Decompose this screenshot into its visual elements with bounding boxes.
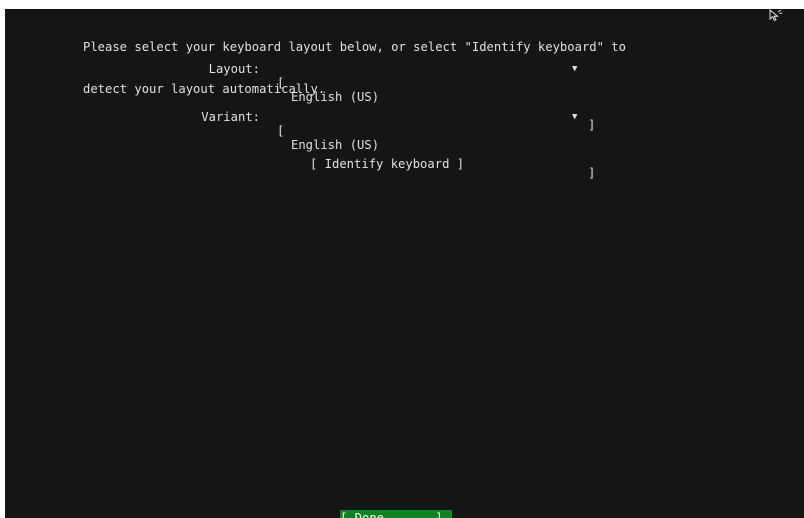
intro-line-1: Please select your keyboard layout below… (83, 40, 626, 54)
screen-top-border (0, 0, 804, 9)
dropdown-arrow-icon: ▼ (572, 64, 578, 74)
layout-select-open-bracket: [ (277, 76, 285, 90)
layout-label: Layout: (208, 62, 260, 76)
identify-keyboard-button[interactable]: [ Identify keyboard ] (310, 157, 464, 171)
mouse-cursor-icon (769, 9, 783, 22)
done-button[interactable]: [ Done ] (340, 510, 452, 518)
layout-select-value: English (US) (291, 90, 380, 104)
variant-select-open-bracket: [ (277, 124, 285, 138)
layout-select[interactable]: [ English (US) ▼ ] (277, 62, 597, 132)
installer-screen: Please select your keyboard layout below… (5, 9, 804, 518)
variant-select-close-bracket: ] (588, 166, 596, 180)
dropdown-arrow-icon: ▼ (572, 112, 578, 122)
variant-label: Variant: (201, 110, 260, 124)
variant-select[interactable]: [ English (US) ▼ ] (277, 110, 597, 180)
variant-select-value: English (US) (291, 138, 380, 152)
